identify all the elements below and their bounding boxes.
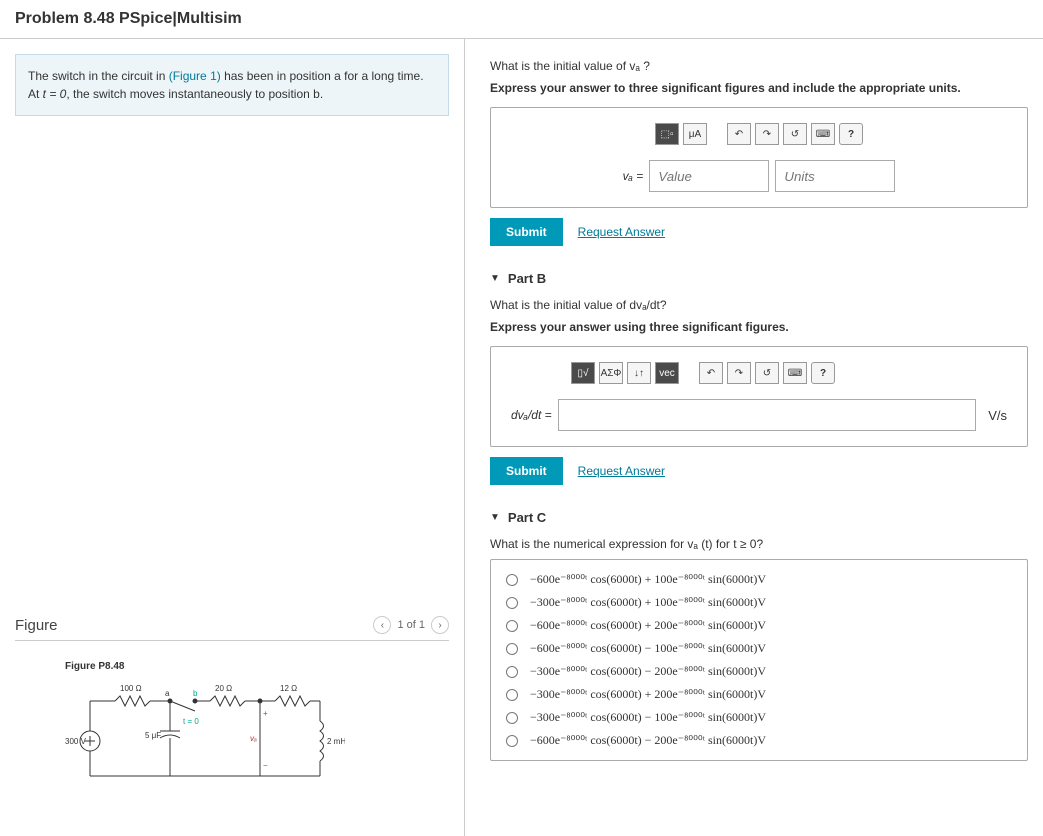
mc-radio-6[interactable] bbox=[506, 712, 518, 724]
greek-button[interactable]: ΑΣΦ bbox=[599, 362, 623, 384]
part-a: What is the initial value of vₐ ? Expres… bbox=[490, 59, 1028, 246]
part-b: ▼ Part B What is the initial value of dv… bbox=[490, 271, 1028, 485]
part-a-submit-button[interactable]: Submit bbox=[490, 218, 563, 246]
part-c: ▼ Part C What is the numerical expressio… bbox=[490, 510, 1028, 761]
svg-text:300 V: 300 V bbox=[65, 737, 87, 746]
vec-button[interactable]: vec bbox=[655, 362, 679, 384]
figure-title: Figure bbox=[15, 617, 58, 634]
left-column: The switch in the circuit in (Figure 1) … bbox=[0, 39, 465, 836]
reset-button-b[interactable]: ↺ bbox=[755, 362, 779, 384]
redo-button-b[interactable]: ↷ bbox=[727, 362, 751, 384]
svg-text:20 Ω: 20 Ω bbox=[215, 684, 232, 693]
prev-figure-button[interactable]: ‹ bbox=[373, 616, 391, 634]
part-a-instruction: Express your answer to three significant… bbox=[490, 81, 1028, 95]
part-b-toolbar: ▯√ ΑΣΦ ↓↑ vec ↶ ↷ ↺ ⌨ ? bbox=[571, 362, 1007, 384]
mc-option[interactable]: −300e⁻⁸⁰⁰⁰ᵗ cos(6000t) − 100e⁻⁸⁰⁰⁰ᵗ sin(… bbox=[506, 706, 1012, 729]
mc-radio-0[interactable] bbox=[506, 574, 518, 586]
problem-title: Problem 8.48 PSpice|Multisim bbox=[15, 10, 1028, 28]
mc-option[interactable]: −600e⁻⁸⁰⁰⁰ᵗ cos(6000t) + 100e⁻⁸⁰⁰⁰ᵗ sin(… bbox=[506, 568, 1012, 591]
mc-option[interactable]: −600e⁻⁸⁰⁰⁰ᵗ cos(6000t) − 200e⁻⁸⁰⁰⁰ᵗ sin(… bbox=[506, 729, 1012, 752]
svg-text:2 mH: 2 mH bbox=[327, 737, 345, 746]
part-b-title: Part B bbox=[508, 271, 546, 286]
mc-option[interactable]: −300e⁻⁸⁰⁰⁰ᵗ cos(6000t) + 100e⁻⁸⁰⁰⁰ᵗ sin(… bbox=[506, 591, 1012, 614]
part-b-value-input[interactable] bbox=[558, 399, 977, 431]
mu-a-button[interactable]: μA bbox=[683, 123, 707, 145]
part-a-question: What is the initial value of vₐ ? bbox=[490, 59, 1028, 73]
mc-radio-7[interactable] bbox=[506, 735, 518, 747]
help-button-b[interactable]: ? bbox=[811, 362, 835, 384]
part-b-question: What is the initial value of dvₐ/dt? bbox=[490, 298, 1028, 312]
mc-radio-4[interactable] bbox=[506, 666, 518, 678]
svg-text:12 Ω: 12 Ω bbox=[280, 684, 297, 693]
part-b-variable: dvₐ/dt = bbox=[511, 408, 552, 422]
part-b-collapse-icon[interactable]: ▼ bbox=[490, 273, 500, 284]
part-a-units-input[interactable] bbox=[775, 160, 895, 192]
svg-text:100 Ω: 100 Ω bbox=[120, 684, 142, 693]
right-column: What is the initial value of vₐ ? Expres… bbox=[465, 39, 1043, 836]
reset-button[interactable]: ↺ bbox=[783, 123, 807, 145]
svg-text:t = 0: t = 0 bbox=[183, 717, 199, 726]
redo-button[interactable]: ↷ bbox=[755, 123, 779, 145]
part-c-options: −600e⁻⁸⁰⁰⁰ᵗ cos(6000t) + 100e⁻⁸⁰⁰⁰ᵗ sin(… bbox=[490, 559, 1028, 761]
subscript-button[interactable]: ↓↑ bbox=[627, 362, 651, 384]
mc-option[interactable]: −300e⁻⁸⁰⁰⁰ᵗ cos(6000t) − 200e⁻⁸⁰⁰⁰ᵗ sin(… bbox=[506, 660, 1012, 683]
part-b-units: V/s bbox=[988, 408, 1007, 423]
part-c-question: What is the numerical expression for vₐ … bbox=[490, 537, 1028, 551]
figure-counter: 1 of 1 bbox=[397, 619, 425, 631]
keyboard-button[interactable]: ⌨ bbox=[811, 123, 835, 145]
figure-link[interactable]: (Figure 1) bbox=[169, 69, 221, 83]
templates-button-b[interactable]: ▯√ bbox=[571, 362, 595, 384]
svg-text:b: b bbox=[193, 689, 198, 698]
mc-radio-3[interactable] bbox=[506, 643, 518, 655]
keyboard-button-b[interactable]: ⌨ bbox=[783, 362, 807, 384]
figure-section: Figure ‹ 1 of 1 › Figure P8.48 bbox=[15, 616, 449, 799]
mc-option[interactable]: −300e⁻⁸⁰⁰⁰ᵗ cos(6000t) + 200e⁻⁸⁰⁰⁰ᵗ sin(… bbox=[506, 683, 1012, 706]
svg-text:+: + bbox=[263, 709, 268, 718]
part-b-instruction: Express your answer using three signific… bbox=[490, 320, 1028, 334]
templates-button[interactable]: ⬚▫ bbox=[655, 123, 679, 145]
mc-radio-2[interactable] bbox=[506, 620, 518, 632]
part-b-answer-box: ▯√ ΑΣΦ ↓↑ vec ↶ ↷ ↺ ⌨ ? dvₐ/dt = bbox=[490, 346, 1028, 447]
problem-statement: The switch in the circuit in (Figure 1) … bbox=[15, 54, 449, 116]
svg-text:−: − bbox=[263, 761, 268, 770]
part-b-submit-button[interactable]: Submit bbox=[490, 457, 563, 485]
part-a-value-input[interactable] bbox=[649, 160, 769, 192]
help-button[interactable]: ? bbox=[839, 123, 863, 145]
part-a-answer-box: ⬚▫ μA ↶ ↷ ↺ ⌨ ? vₐ = bbox=[490, 107, 1028, 208]
next-figure-button[interactable]: › bbox=[431, 616, 449, 634]
part-a-toolbar: ⬚▫ μA ↶ ↷ ↺ ⌨ ? bbox=[511, 123, 1007, 145]
part-b-request-answer[interactable]: Request Answer bbox=[578, 464, 665, 478]
svg-text:5 μF: 5 μF bbox=[145, 731, 161, 740]
part-a-variable: vₐ = bbox=[623, 169, 644, 183]
part-c-title: Part C bbox=[508, 510, 546, 525]
circuit-diagram: Figure P8.48 bbox=[65, 661, 449, 799]
undo-button[interactable]: ↶ bbox=[727, 123, 751, 145]
figure-nav: ‹ 1 of 1 › bbox=[373, 616, 449, 634]
mc-radio-1[interactable] bbox=[506, 597, 518, 609]
part-c-collapse-icon[interactable]: ▼ bbox=[490, 512, 500, 523]
undo-button-b[interactable]: ↶ bbox=[699, 362, 723, 384]
mc-radio-5[interactable] bbox=[506, 689, 518, 701]
mc-option[interactable]: −600e⁻⁸⁰⁰⁰ᵗ cos(6000t) + 200e⁻⁸⁰⁰⁰ᵗ sin(… bbox=[506, 614, 1012, 637]
svg-text:a: a bbox=[165, 689, 170, 698]
page-header: Problem 8.48 PSpice|Multisim bbox=[0, 0, 1043, 39]
svg-text:vₐ: vₐ bbox=[250, 734, 257, 743]
part-a-request-answer[interactable]: Request Answer bbox=[578, 225, 665, 239]
mc-option[interactable]: −600e⁻⁸⁰⁰⁰ᵗ cos(6000t) − 100e⁻⁸⁰⁰⁰ᵗ sin(… bbox=[506, 637, 1012, 660]
